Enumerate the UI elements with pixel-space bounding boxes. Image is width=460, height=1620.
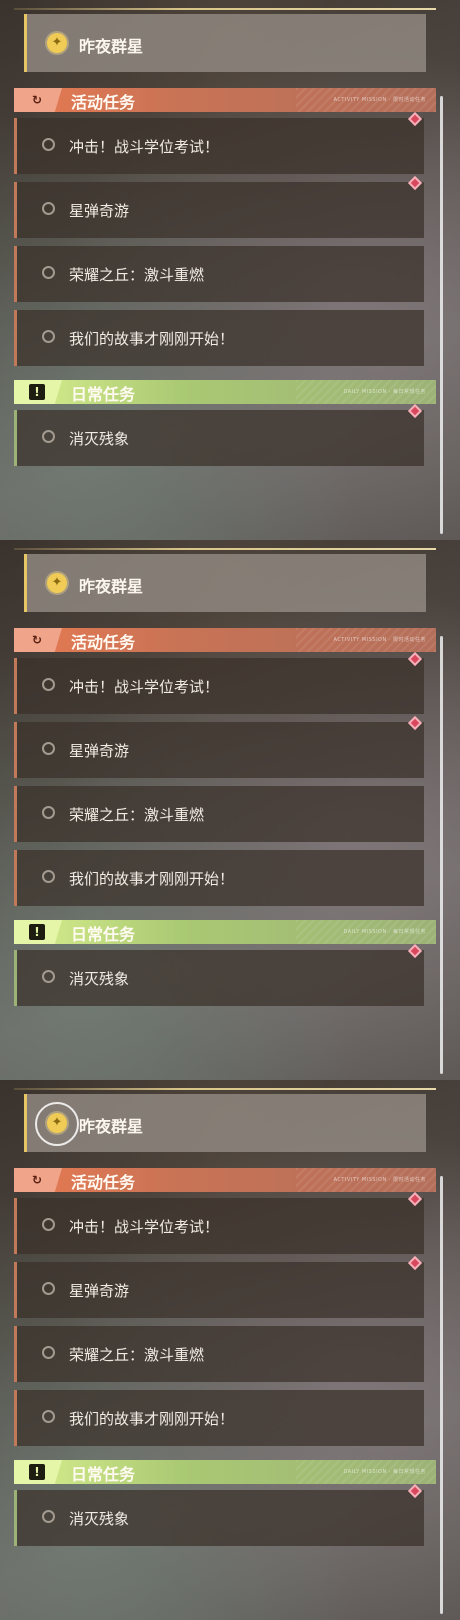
scrollbar[interactable] [440, 96, 443, 534]
task-status-circle-icon [42, 678, 55, 691]
category-icon-box: ! [14, 380, 62, 404]
pinned-mission-title: 昨夜群星 [79, 37, 144, 56]
category-header-activity: ↻ 活动任务 ACTIVITY MISSION · 限时活动任务 [14, 88, 436, 112]
task-status-circle-icon [42, 202, 55, 215]
category-icon-box: ! [14, 920, 62, 944]
category-title: 日常任务 [71, 1465, 136, 1484]
task-item[interactable]: 消灭残象 [14, 950, 424, 1006]
top-divider [14, 1088, 436, 1090]
category-title: 日常任务 [71, 925, 136, 944]
pinned-mission[interactable]: 昨夜群星 [24, 14, 426, 72]
task-status-circle-icon [42, 970, 55, 983]
task-status-circle-icon [42, 1282, 55, 1295]
category-icon-box: ↻ [14, 88, 62, 112]
mission-panel-frame-3: 昨夜群星 ↻ 活动任务 ACTIVITY MISSION · 限时活动任务 冲击… [0, 1080, 460, 1620]
compass-star-icon [47, 33, 67, 53]
task-label: 消灭残象 [69, 1510, 130, 1528]
task-item[interactable]: 星弹奇游 [14, 182, 424, 238]
category-icon-box: ↻ [14, 628, 62, 652]
category-header-activity: ↻ 活动任务 ACTIVITY MISSION · 限时活动任务 [14, 1168, 436, 1192]
task-status-circle-icon [42, 266, 55, 279]
scrollbar[interactable] [440, 636, 443, 1074]
category-tag: DAILY MISSION · 每日常规任务 [343, 929, 426, 935]
task-label: 冲击！战斗学位考试！ [69, 1218, 220, 1236]
top-divider [14, 8, 436, 10]
task-status-circle-icon [42, 138, 55, 151]
task-status-circle-icon [42, 806, 55, 819]
category-header-daily: ! 日常任务 DAILY MISSION · 每日常规任务 [14, 380, 436, 404]
compass-star-icon [47, 1113, 67, 1133]
task-item[interactable]: 冲击！战斗学位考试！ [14, 658, 424, 714]
pinned-mission-title: 昨夜群星 [79, 1117, 144, 1136]
category-header-daily: ! 日常任务 DAILY MISSION · 每日常规任务 [14, 1460, 436, 1484]
category-tag: ACTIVITY MISSION · 限时活动任务 [333, 637, 426, 643]
category-title: 日常任务 [71, 385, 136, 404]
task-label: 星弹奇游 [69, 742, 130, 760]
task-item[interactable]: 消灭残象 [14, 1490, 424, 1546]
category-title: 活动任务 [71, 93, 136, 112]
task-item[interactable]: 荣耀之丘：激斗重燃 [14, 246, 424, 302]
task-item[interactable]: 消灭残象 [14, 410, 424, 466]
pinned-mission[interactable]: 昨夜群星 [24, 1094, 426, 1152]
task-item[interactable]: 星弹奇游 [14, 722, 424, 778]
task-item[interactable]: 我们的故事才刚刚开始！ [14, 310, 424, 366]
task-item[interactable]: 冲击！战斗学位考试！ [14, 118, 424, 174]
task-label: 我们的故事才刚刚开始！ [69, 870, 235, 888]
task-status-circle-icon [42, 1346, 55, 1359]
task-label: 荣耀之丘：激斗重燃 [69, 266, 205, 284]
category-icon-box: ↻ [14, 1168, 62, 1192]
top-divider [14, 548, 436, 550]
mission-panel-frame-2: 昨夜群星 ↻ 活动任务 ACTIVITY MISSION · 限时活动任务 冲击… [0, 540, 460, 1080]
task-label: 消灭残象 [69, 430, 130, 448]
category-title: 活动任务 [71, 1173, 136, 1192]
task-label: 我们的故事才刚刚开始！ [69, 330, 235, 348]
refresh-icon: ↻ [31, 1173, 43, 1187]
task-label: 冲击！战斗学位考试！ [69, 138, 220, 156]
scrollbar[interactable] [440, 1176, 443, 1614]
task-status-circle-icon [42, 870, 55, 883]
alert-icon: ! [29, 1464, 45, 1480]
category-header-daily: ! 日常任务 DAILY MISSION · 每日常规任务 [14, 920, 436, 944]
category-tag: DAILY MISSION · 每日常规任务 [343, 389, 426, 395]
task-label: 荣耀之丘：激斗重燃 [69, 806, 205, 824]
refresh-icon: ↻ [31, 93, 43, 107]
task-label: 星弹奇游 [69, 1282, 130, 1300]
task-item[interactable]: 星弹奇游 [14, 1262, 424, 1318]
task-status-circle-icon [42, 1410, 55, 1423]
category-header-activity: ↻ 活动任务 ACTIVITY MISSION · 限时活动任务 [14, 628, 436, 652]
refresh-icon: ↻ [31, 633, 43, 647]
task-status-circle-icon [42, 1218, 55, 1231]
task-item[interactable]: 荣耀之丘：激斗重燃 [14, 786, 424, 842]
category-tag: ACTIVITY MISSION · 限时活动任务 [333, 1177, 426, 1183]
category-icon-box: ! [14, 1460, 62, 1484]
task-item[interactable]: 冲击！战斗学位考试！ [14, 1198, 424, 1254]
task-label: 星弹奇游 [69, 202, 130, 220]
task-item[interactable]: 荣耀之丘：激斗重燃 [14, 1326, 424, 1382]
task-label: 消灭残象 [69, 970, 130, 988]
pinned-mission-title: 昨夜群星 [79, 577, 144, 596]
task-label: 荣耀之丘：激斗重燃 [69, 1346, 205, 1364]
task-item[interactable]: 我们的故事才刚刚开始！ [14, 850, 424, 906]
task-status-circle-icon [42, 430, 55, 443]
category-title: 活动任务 [71, 633, 136, 652]
alert-icon: ! [29, 924, 45, 940]
category-tag: ACTIVITY MISSION · 限时活动任务 [333, 97, 426, 103]
task-status-circle-icon [42, 742, 55, 755]
task-status-circle-icon [42, 1510, 55, 1523]
task-label: 我们的故事才刚刚开始！ [69, 1410, 235, 1428]
task-status-circle-icon [42, 330, 55, 343]
task-label: 冲击！战斗学位考试！ [69, 678, 220, 696]
compass-star-icon [47, 573, 67, 593]
mission-panel-frame-1: 昨夜群星 ↻ 活动任务 ACTIVITY MISSION · 限时活动任务 冲击… [0, 0, 460, 540]
pinned-mission[interactable]: 昨夜群星 [24, 554, 426, 612]
category-tag: DAILY MISSION · 每日常规任务 [343, 1469, 426, 1475]
alert-icon: ! [29, 384, 45, 400]
task-item[interactable]: 我们的故事才刚刚开始！ [14, 1390, 424, 1446]
